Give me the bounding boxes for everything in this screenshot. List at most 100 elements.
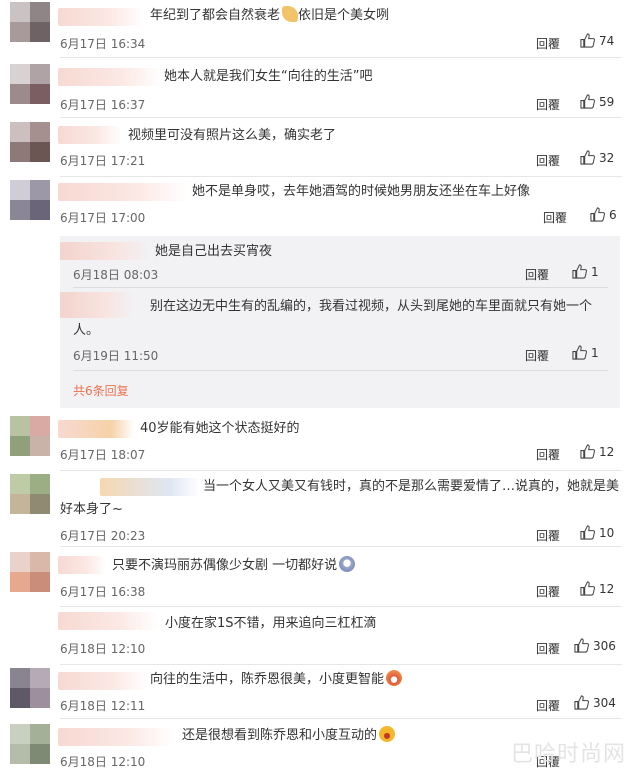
grinning-face-emoji-icon [386, 670, 403, 686]
divider [60, 606, 622, 607]
reply-button[interactable]: 回覆 [525, 347, 549, 364]
divider [60, 176, 622, 177]
laughing-face-emoji-icon [339, 556, 356, 572]
like-button[interactable]: 1 [572, 264, 599, 279]
like-count: 304 [593, 695, 616, 710]
username-blurred[interactable] [58, 612, 158, 630]
comment-4: 她不是单身哎，去年她酒驾的时候她男朋友还坐在车上好像 6月17日 17:00 回… [0, 178, 632, 234]
comment-3: 视频里可没有照片这么美，确实老了 6月17日 17:21 回覆 32 [0, 120, 632, 177]
username-blurred[interactable] [58, 8, 144, 26]
comment-time: 6月17日 16:38 [60, 585, 146, 599]
thumbs-up-icon [574, 695, 589, 710]
like-count: 6 [609, 207, 617, 222]
watermark: 巴哈时尚网 [510, 742, 626, 767]
divider [60, 546, 622, 547]
username-blurred[interactable] [58, 68, 162, 86]
comment-time: 6月18日 12:11 [60, 699, 146, 713]
username-blurred[interactable] [100, 478, 200, 496]
thumbs-up-icon [580, 150, 595, 165]
comment-time: 6月17日 18:07 [60, 448, 146, 462]
comment-text: 她本人就是我们女生“向往的生活”吧 [164, 69, 373, 84]
reply-button[interactable]: 回覆 [536, 583, 560, 600]
reply-button[interactable]: 回覆 [536, 446, 560, 463]
reply-button[interactable]: 回覆 [536, 527, 560, 544]
username-blurred[interactable] [60, 242, 152, 260]
reply-time: 6月18日 08:03 [73, 268, 159, 282]
comment-text: 年纪到了都会自然衰老 依旧是个美女咧 [150, 6, 390, 23]
avatar[interactable] [10, 64, 50, 104]
comment-time: 6月17日 17:00 [60, 211, 146, 225]
reply-button[interactable]: 回覆 [543, 209, 567, 226]
like-button[interactable]: 6 [590, 207, 617, 222]
reply-text: 她是自己出去买宵夜 [155, 244, 273, 259]
username-blurred[interactable] [58, 556, 106, 574]
divider [73, 370, 608, 371]
like-count: 10 [599, 525, 615, 540]
like-button[interactable]: 1 [572, 345, 599, 360]
like-count: 59 [599, 94, 615, 109]
avatar[interactable] [10, 724, 50, 764]
comment-text-line2: 好本身了~ [60, 502, 123, 517]
comment-time: 6月17日 16:34 [60, 37, 146, 51]
like-button[interactable]: 32 [580, 150, 614, 165]
like-count: 12 [599, 581, 615, 596]
avatar[interactable] [10, 668, 50, 708]
like-count: 12 [599, 444, 615, 459]
comment-text: 40岁能有她这个状态挺好的 [140, 421, 300, 436]
comment-text: 只要不演玛丽苏偶像少女剧 一切都好说 [112, 555, 356, 577]
reply-button[interactable]: 回覆 [536, 96, 560, 113]
comment-1: 年纪到了都会自然衰老 依旧是个美女咧 6月17日 16:34 回覆 74 [0, 0, 632, 58]
avatar[interactable] [10, 552, 50, 592]
username-blurred[interactable] [58, 672, 148, 690]
like-button[interactable]: 10 [580, 525, 614, 540]
like-count: 74 [599, 33, 615, 48]
avatar[interactable] [10, 610, 50, 650]
thumbs-up-icon [580, 33, 595, 48]
reply-time: 6月19日 11:50 [73, 349, 159, 363]
divider [60, 117, 622, 118]
like-button[interactable]: 306 [574, 638, 616, 653]
like-button[interactable]: 59 [580, 94, 614, 109]
comment-time: 6月17日 17:21 [60, 154, 146, 168]
divider [60, 664, 622, 665]
avatar[interactable] [10, 122, 50, 162]
comment-time: 6月18日 12:10 [60, 755, 146, 769]
comment-text: 向往的生活中，陈乔恩很美，小度更智能 [150, 669, 403, 691]
reply-button[interactable]: 回覆 [525, 266, 549, 283]
comment-text: 她不是单身哎，去年她酒驾的时候她男朋友还坐在车上好像 [192, 184, 531, 199]
divider [60, 718, 622, 719]
avatar[interactable] [10, 416, 50, 456]
comment-9: 向往的生活中，陈乔恩很美，小度更智能 6月18日 12:11 回覆 304 [0, 666, 632, 719]
comment-8: 小度在家1S不错，用来追向三杠杠滴 6月18日 12:10 回覆 306 [0, 608, 632, 665]
divider [60, 470, 622, 471]
reply-text: 别在这边无中生有的乱编的，我看过视频，从头到尾她的车里面就只有她一个 [150, 299, 593, 314]
thumbs-up-icon [572, 264, 587, 279]
pray-hands-emoji-icon [282, 6, 299, 22]
reply-button[interactable]: 回覆 [536, 35, 560, 52]
username-blurred[interactable] [58, 420, 134, 438]
like-count: 306 [593, 638, 616, 653]
thumbs-up-icon [580, 94, 595, 109]
like-count: 1 [591, 345, 599, 360]
comment-time: 6月17日 16:37 [60, 98, 146, 112]
like-button[interactable]: 12 [580, 581, 614, 596]
more-replies-link[interactable]: 共6条回复 [73, 382, 129, 399]
like-button[interactable]: 12 [580, 444, 614, 459]
thumbs-up-icon [572, 345, 587, 360]
like-button[interactable]: 304 [574, 695, 616, 710]
reply-button[interactable]: 回覆 [536, 640, 560, 657]
reply-button[interactable]: 回覆 [536, 697, 560, 714]
avatar[interactable] [10, 2, 50, 42]
thumbs-up-icon [580, 581, 595, 596]
like-button[interactable]: 74 [580, 33, 614, 48]
avatar[interactable] [10, 474, 50, 514]
comment-text: 小度在家1S不错，用来追向三杠杠滴 [165, 616, 377, 631]
username-blurred[interactable] [58, 126, 122, 144]
username-blurred[interactable] [58, 728, 174, 746]
avatar[interactable] [10, 180, 50, 220]
laughing-face-emoji-icon [379, 726, 396, 742]
username-blurred[interactable] [58, 183, 188, 201]
reply-button[interactable]: 回覆 [536, 152, 560, 169]
comment-text: 视频里可没有照片这么美，确实老了 [128, 128, 337, 143]
username-blurred[interactable] [60, 292, 136, 318]
